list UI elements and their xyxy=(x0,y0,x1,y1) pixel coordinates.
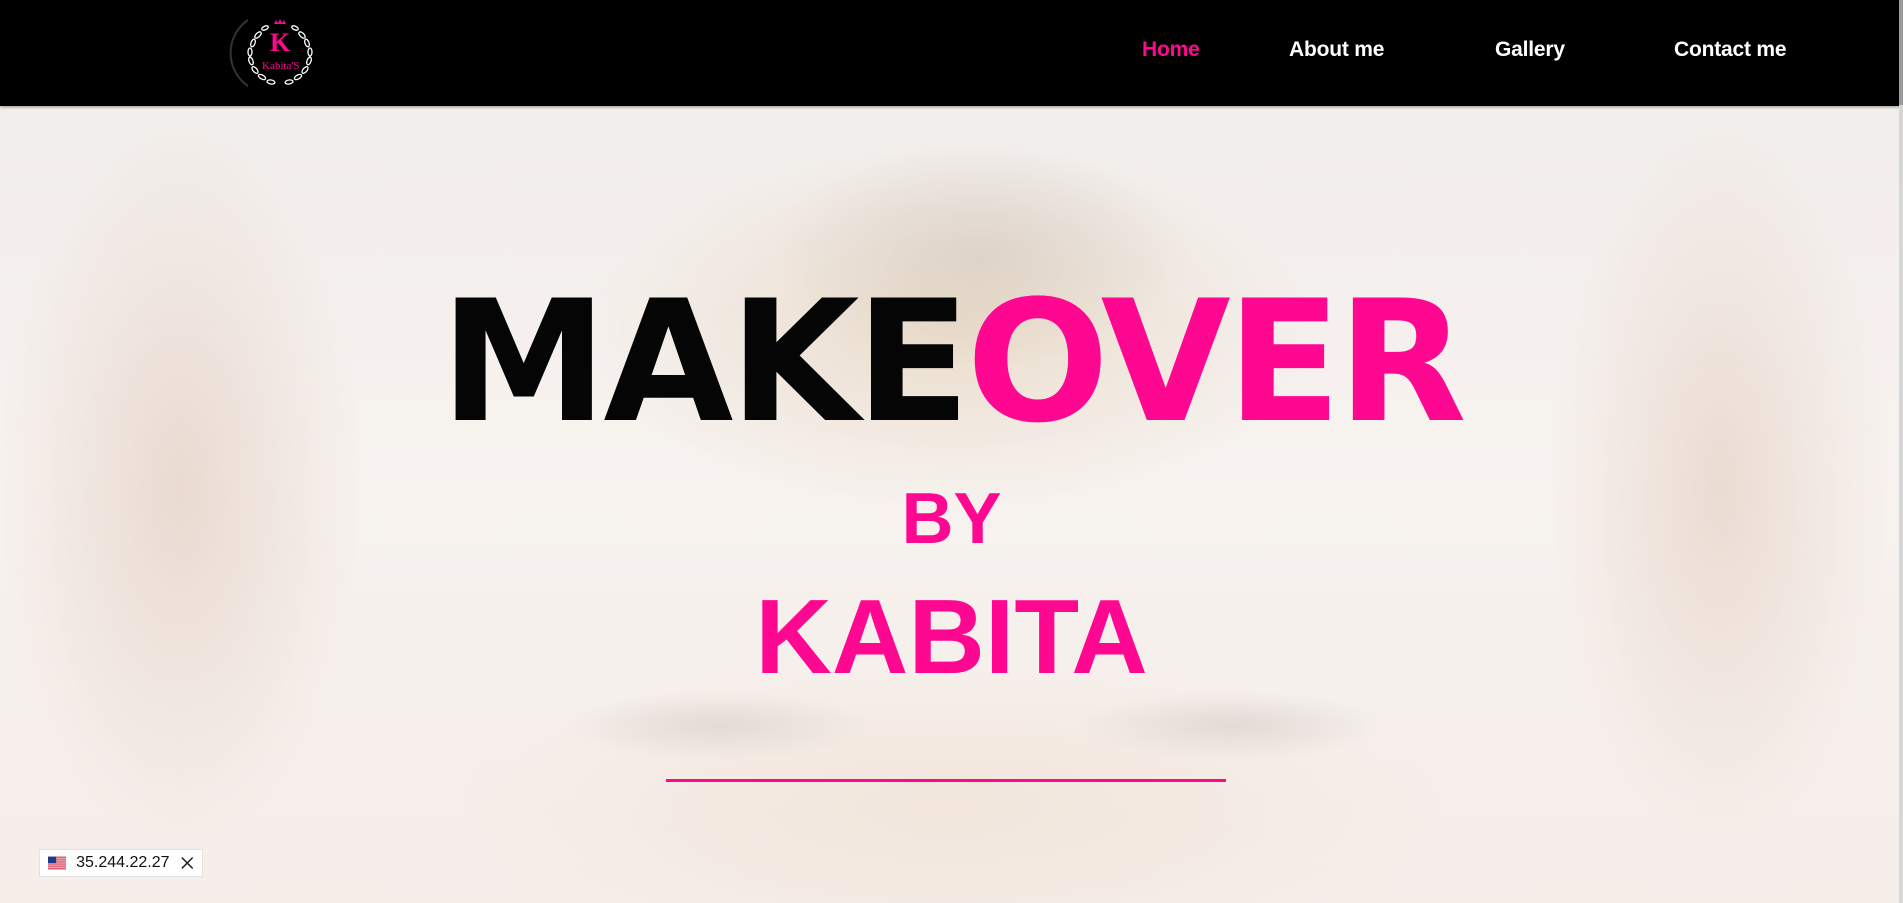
hero-title-over: OVER xyxy=(966,264,1466,460)
us-flag-icon xyxy=(48,856,67,870)
scrollbar-thumb[interactable] xyxy=(1899,0,1903,105)
nav-item-about-me[interactable]: About me xyxy=(1289,38,1384,62)
close-icon[interactable] xyxy=(180,855,194,871)
ip-badge: 35.244.22.27 xyxy=(39,849,203,877)
hero-title: MAKEOVER xyxy=(0,278,1903,446)
scrollbar[interactable] xyxy=(1899,0,1903,903)
hero-title-make: MAKE xyxy=(440,264,970,460)
ip-address: 35.244.22.27 xyxy=(76,854,170,871)
logo-name: Kabita'S xyxy=(262,60,300,72)
nav-item-home[interactable]: Home xyxy=(1142,38,1200,62)
site-logo[interactable]: K Kabita'S xyxy=(228,10,328,96)
nav-item-contact-me[interactable]: Contact me xyxy=(1674,38,1787,62)
hero-name: KABITA xyxy=(755,578,1148,696)
hero-by: BY xyxy=(901,479,1002,559)
nav-item-gallery[interactable]: Gallery xyxy=(1495,38,1565,62)
site-header: K Kabita'S Home About me Gallery Contact… xyxy=(0,0,1903,106)
hero-divider xyxy=(666,779,1226,782)
page: K Kabita'S Home About me Gallery Contact… xyxy=(0,0,1903,903)
logo-letter: K xyxy=(270,28,291,57)
